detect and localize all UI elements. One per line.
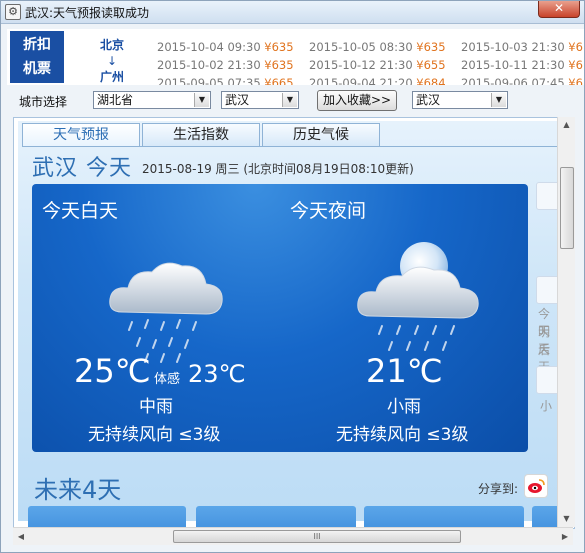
fare-item[interactable]: 2015-09-06 07:45 ¥6 [461, 74, 584, 85]
night-rain-cloud-icon [357, 266, 479, 351]
forecast-day-card[interactable] [364, 506, 524, 528]
fare-price: ¥635 [264, 58, 294, 72]
fare-time: 2015-10-02 21:30 [157, 58, 261, 72]
favorite-value: 武汉 [416, 93, 441, 107]
fare-price: ¥635 [264, 40, 294, 54]
chevron-down-icon[interactable]: ▼ [282, 93, 297, 107]
route-to: 广州 [99, 70, 124, 84]
app-icon[interactable]: ⚙ [5, 4, 21, 20]
night-condition: 小雨 [387, 397, 421, 417]
province-select[interactable]: 湖北省 ▼ [93, 91, 211, 109]
fare-row: 2015-10-02 21:30 ¥635 2015-10-12 21:30 ¥6… [157, 56, 584, 74]
fare-time: 2015-10-05 08:30 [309, 40, 413, 54]
route[interactable]: 北京 ↓ 广州 [87, 37, 137, 85]
fare-price: ¥655 [416, 58, 446, 72]
fare-item[interactable]: 2015-09-05 07:35 ¥665 [157, 74, 309, 85]
badge-line-1: 折扣 [23, 37, 51, 53]
fare-time: 2015-10-03 21:30 [461, 40, 565, 54]
scroll-right-icon[interactable]: ▶ [557, 528, 573, 545]
scroll-left-icon[interactable]: ◀ [13, 528, 29, 545]
fare-list: 2015-10-04 09:30 ¥635 2015-10-05 08:30 ¥6… [157, 38, 584, 85]
flight-deals-ticker[interactable]: 折扣 机票 北京 ↓ 广州 2015-10-04 09:30 ¥635 2015-… [7, 29, 584, 85]
night-wind: 无持续风向 ≤3级 [336, 425, 469, 445]
fare-item[interactable]: 2015-10-02 21:30 ¥635 [157, 56, 309, 74]
city-selector-bar: 城市选择 湖北省 ▼ 武汉 ▼ 加入收藏>> 武汉 ▼ [1, 89, 584, 113]
fare-time: 2015-09-04 21:20 [309, 76, 413, 85]
fare-price: ¥6 [568, 58, 583, 72]
city-select-label: 城市选择 [19, 95, 68, 109]
fare-item[interactable]: 2015-10-03 21:30 ¥6 [461, 38, 584, 56]
fare-price: ¥684 [416, 76, 446, 85]
update-time: 2015-08-19 周三 (北京时间08月19日08:10更新) [142, 162, 414, 176]
scroll-up-icon[interactable]: ▲ [558, 117, 575, 133]
chevron-down-icon[interactable]: ▼ [491, 93, 506, 107]
day-condition: 中雨 [139, 397, 173, 417]
province-value: 湖北省 [97, 93, 134, 107]
daytime-title: 今天白天 [42, 200, 119, 222]
weather-content: 天气预报 生活指数 历史气候 武汉 今天 2015-08-19 周三 (北京时间… [13, 117, 575, 529]
title-bar[interactable]: ⚙ 武汉:天气预报读取成功 ✕ [1, 1, 584, 24]
vertical-scrollbar[interactable]: ▲ ▼ [557, 117, 575, 527]
fare-row: 2015-10-04 09:30 ¥635 2015-10-05 08:30 ¥6… [157, 38, 584, 56]
weibo-share-icon[interactable] [524, 474, 548, 498]
route-arrow-icon: ↓ [106, 54, 118, 68]
fare-time: 2015-10-04 09:30 [157, 40, 261, 54]
share-label: 分享到: [478, 482, 519, 496]
route-from: 北京 [99, 38, 124, 52]
tab-history[interactable]: 历史气候 [262, 123, 380, 146]
day-temperature: 25℃ [74, 352, 151, 390]
favorite-select[interactable]: 武汉 ▼ [412, 91, 508, 109]
window-title: 武汉:天气预报读取成功 [25, 6, 150, 20]
tab-divider [22, 146, 558, 147]
fare-time: 2015-10-12 21:30 [309, 58, 413, 72]
rain-cloud-icon [109, 262, 223, 363]
badge-line-2: 机票 [23, 61, 51, 77]
fare-price: ¥665 [264, 76, 294, 85]
forecast-day-card[interactable] [28, 506, 186, 528]
city-select[interactable]: 武汉 ▼ [221, 91, 299, 109]
fare-price: ¥635 [416, 40, 446, 54]
today-weather-panel: 今天白天 今天夜间 25℃ 体感 23℃ 中雨 无持续风向 ≤3级 21℃ 小雨… [32, 184, 528, 452]
fare-time: 2015-09-06 07:45 [461, 76, 565, 85]
day-wind: 无持续风向 ≤3级 [88, 425, 221, 445]
weibo-logo-icon [528, 479, 545, 493]
fare-price: ¥6 [568, 40, 583, 54]
horizontal-scroll-thumb[interactable]: III [173, 530, 461, 543]
night-temperature: 21℃ [366, 352, 443, 390]
fare-item[interactable]: 2015-10-11 21:30 ¥6 [461, 56, 584, 74]
scroll-down-icon[interactable]: ▼ [558, 511, 575, 527]
chevron-down-icon[interactable]: ▼ [194, 93, 209, 107]
city-value: 武汉 [225, 93, 250, 107]
fare-time: 2015-09-05 07:35 [157, 76, 261, 85]
vertical-scroll-thumb[interactable] [560, 167, 574, 249]
fare-time: 2015-10-11 21:30 [461, 58, 565, 72]
add-favorite-button[interactable]: 加入收藏>> [317, 90, 397, 111]
feels-like-temperature: 23℃ [188, 360, 246, 388]
side-small-label: 小 [540, 399, 553, 413]
close-button[interactable]: ✕ [538, 1, 580, 18]
fare-item[interactable]: 2015-10-05 08:30 ¥635 [309, 38, 461, 56]
horizontal-scrollbar[interactable]: ◀ III ▶ [13, 527, 573, 545]
discount-ticket-badge[interactable]: 折扣 机票 [10, 31, 64, 83]
fare-item[interactable]: 2015-10-12 21:30 ¥655 [309, 56, 461, 74]
fare-row: 2015-09-05 07:35 ¥665 2015-09-04 21:20 ¥6… [157, 74, 584, 85]
future-forecast-title: 未来4天 [34, 476, 122, 504]
app-window: ⚙ 武汉:天气预报读取成功 ✕ 折扣 机票 北京 ↓ 广州 2015-10-04… [0, 0, 585, 553]
page-title: 武汉 今天 [32, 156, 132, 181]
tab-forecast[interactable]: 天气预报 [22, 123, 140, 146]
fare-price: ¥6 [568, 76, 583, 85]
tab-life-index[interactable]: 生活指数 [142, 123, 260, 146]
night-title: 今天夜间 [290, 200, 367, 222]
fare-item[interactable]: 2015-09-04 21:20 ¥684 [309, 74, 461, 85]
forecast-day-card[interactable] [196, 506, 356, 528]
fare-item[interactable]: 2015-10-04 09:30 ¥635 [157, 38, 309, 56]
feels-like-label: 体感 [154, 372, 181, 387]
